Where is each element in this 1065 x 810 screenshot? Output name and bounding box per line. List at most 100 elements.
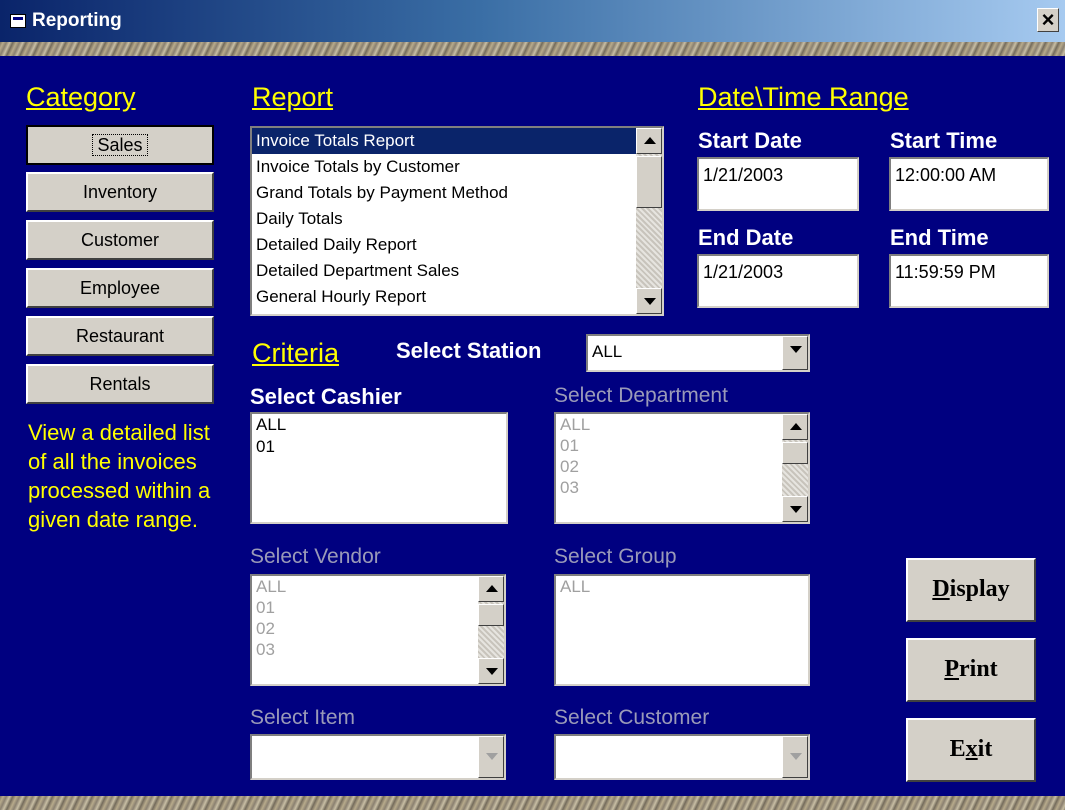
category-sales-button[interactable]: Sales <box>26 125 214 165</box>
station-select[interactable]: ALL <box>586 334 810 372</box>
group-list[interactable]: ALL <box>554 574 810 686</box>
exit-label-start: E <box>949 736 966 762</box>
scroll-down-icon <box>486 668 498 675</box>
report-list-item[interactable]: Grand Totals by Payment Method <box>252 180 662 206</box>
criteria-header: Criteria <box>252 338 340 368</box>
vendor-list-item: 02 <box>256 619 275 638</box>
select-group-label: Select Group <box>554 545 677 568</box>
reporting-window: Reporting × Category Sales Inventory Cus… <box>0 0 1065 810</box>
category-rentals-label: Rentals <box>89 374 151 394</box>
vendor-list-item: ALL <box>256 577 287 596</box>
cashier-list-item[interactable]: ALL <box>252 414 506 436</box>
category-sales-label: Sales <box>92 134 148 156</box>
close-button[interactable]: × <box>1037 8 1059 32</box>
customer-select[interactable] <box>554 734 810 780</box>
report-header: Report <box>252 82 334 112</box>
vendor-list-item: 03 <box>256 640 275 659</box>
item-dropdown-button[interactable] <box>478 736 504 778</box>
scroll-up-icon <box>790 423 802 430</box>
title-bar: Reporting × <box>0 0 1065 42</box>
dropdown-arrow-icon <box>486 753 498 760</box>
category-header: Category <box>26 82 136 112</box>
start-time-label: Start Time <box>890 128 998 153</box>
window-icon <box>10 14 26 28</box>
vendor-scrollbar[interactable] <box>478 576 504 684</box>
report-list-item[interactable]: Invoice Totals by Customer <box>252 154 662 180</box>
close-icon: × <box>1041 7 1055 32</box>
station-select-value: ALL <box>592 342 623 361</box>
end-time-field[interactable]: 11:59:59 PM <box>889 254 1049 308</box>
select-cashier-label: Select Cashier <box>250 384 402 409</box>
scroll-up-icon <box>486 585 498 592</box>
print-button[interactable]: Print <box>906 638 1036 702</box>
display-accel: D <box>932 576 950 602</box>
exit-button[interactable]: Exit <box>906 718 1036 782</box>
exit-label-end: it <box>977 736 993 762</box>
scroll-thumb[interactable] <box>478 604 504 626</box>
select-customer-label: Select Customer <box>554 706 710 729</box>
window-title: Reporting <box>32 10 122 31</box>
scroll-up-button[interactable] <box>478 576 504 602</box>
scroll-down-button[interactable] <box>478 658 504 684</box>
scroll-down-icon <box>644 298 656 305</box>
category-customer-label: Customer <box>80 230 160 250</box>
report-list-item[interactable]: Invoice Totals Report <box>252 128 662 154</box>
group-list-item: ALL <box>560 577 591 596</box>
item-select[interactable] <box>250 734 506 780</box>
department-scrollbar[interactable] <box>782 414 808 522</box>
department-list-item: ALL <box>560 415 591 434</box>
datetime-header: Date\Time Range <box>698 82 909 112</box>
select-department-label: Select Department <box>554 384 728 407</box>
category-employee-label: Employee <box>79 278 161 298</box>
category-description: View a detailed list of all the invoices… <box>28 420 211 532</box>
start-date-label: Start Date <box>698 128 802 153</box>
report-scrollbar[interactable] <box>636 128 662 314</box>
select-item-label: Select Item <box>250 706 356 729</box>
display-button[interactable]: Display <box>906 558 1036 622</box>
category-restaurant-label: Restaurant <box>75 326 165 346</box>
exit-accel: x <box>965 736 978 762</box>
department-list-item: 02 <box>560 457 579 476</box>
scroll-up-icon <box>644 137 656 144</box>
scroll-thumb[interactable] <box>782 442 808 464</box>
start-date-field[interactable]: 1/21/2003 <box>697 157 859 211</box>
department-list[interactable]: ALL 01 02 03 <box>554 412 810 524</box>
report-list-item[interactable]: Detailed Daily Report <box>252 232 662 258</box>
scroll-up-button[interactable] <box>636 128 662 154</box>
vendor-list-item: 01 <box>256 598 275 617</box>
scroll-down-button[interactable] <box>782 496 808 522</box>
category-employee-button[interactable]: Employee <box>26 268 214 308</box>
print-accel: P <box>944 656 959 682</box>
top-border <box>0 42 1065 56</box>
category-customer-button[interactable]: Customer <box>26 220 214 260</box>
end-date-label: End Date <box>698 225 794 250</box>
station-dropdown-button[interactable] <box>782 336 808 370</box>
category-rentals-button[interactable]: Rentals <box>26 364 214 404</box>
bottom-border <box>0 796 1065 810</box>
cashier-list[interactable]: ALL 01 <box>250 412 508 524</box>
cashier-list-item[interactable]: 01 <box>252 436 506 458</box>
dropdown-arrow-icon <box>790 346 802 353</box>
category-inventory-button[interactable]: Inventory <box>26 172 214 212</box>
end-time-label: End Time <box>890 225 989 250</box>
report-list-item[interactable]: General Hourly Report <box>252 284 662 310</box>
scroll-down-icon <box>790 506 802 513</box>
report-list-item[interactable]: Daily Totals <box>252 206 662 232</box>
scroll-up-button[interactable] <box>782 414 808 440</box>
category-restaurant-button[interactable]: Restaurant <box>26 316 214 356</box>
category-inventory-label: Inventory <box>82 182 158 202</box>
report-list[interactable]: Invoice Totals Report Invoice Totals by … <box>250 126 664 316</box>
vendor-list[interactable]: ALL 01 02 03 <box>250 574 506 686</box>
scroll-down-button[interactable] <box>636 288 662 314</box>
report-list-item[interactable]: Detailed Department Sales <box>252 258 662 284</box>
customer-dropdown-button[interactable] <box>782 736 808 778</box>
select-station-label: Select Station <box>396 338 542 363</box>
display-label: isplay <box>949 576 1010 602</box>
start-time-field[interactable]: 12:00:00 AM <box>889 157 1049 211</box>
scroll-thumb[interactable] <box>636 156 662 208</box>
dropdown-arrow-icon <box>790 753 802 760</box>
department-list-item: 01 <box>560 436 579 455</box>
department-list-item: 03 <box>560 478 579 497</box>
end-date-field[interactable]: 1/21/2003 <box>697 254 859 308</box>
print-label: rint <box>959 656 998 682</box>
